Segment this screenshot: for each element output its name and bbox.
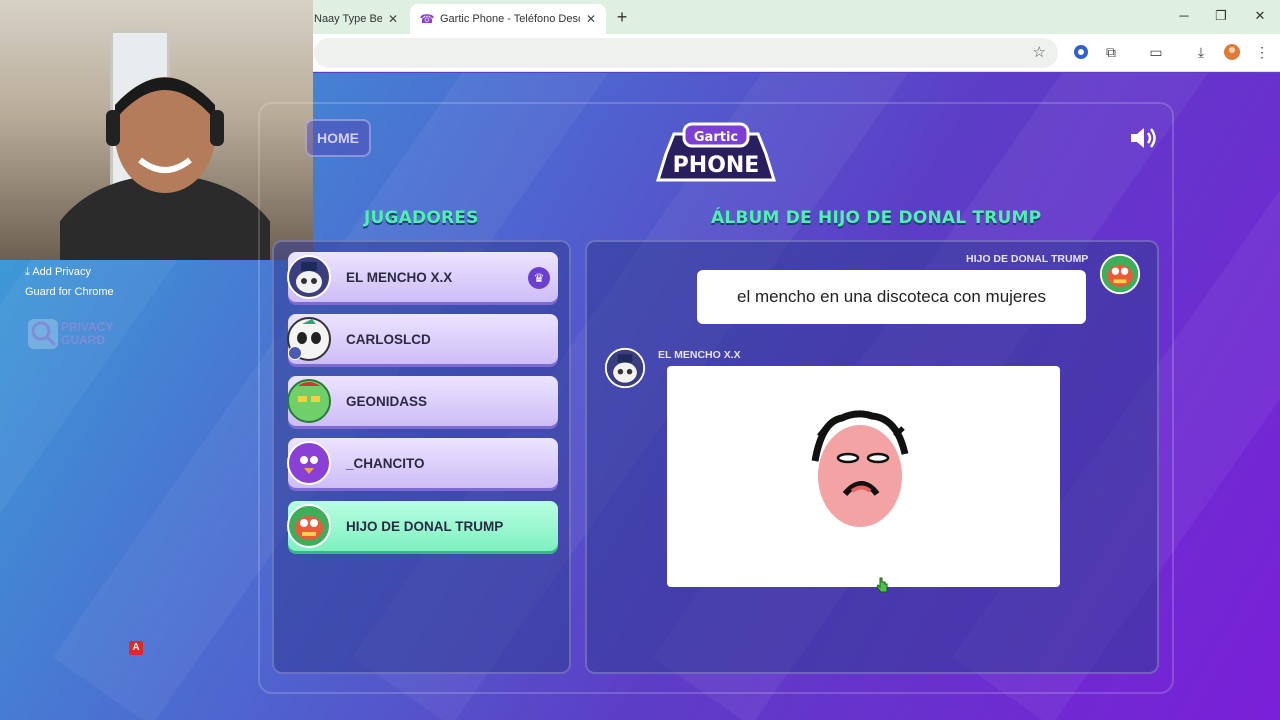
download-icon[interactable]: ⤓ — [1191, 42, 1211, 62]
fish-avatar-icon — [287, 504, 331, 548]
hand-cursor-icon — [876, 577, 888, 593]
gartic-phone-logo: Gartic PHONE — [655, 122, 777, 182]
face-drawing — [811, 410, 909, 527]
user-icon — [288, 346, 302, 360]
new-tab-button[interactable]: + — [612, 6, 632, 28]
bird-avatar-icon — [287, 441, 331, 485]
logo-top-text: Gartic — [694, 130, 738, 145]
privacy-guard-promo[interactable]: ⤓ Add Privacy Guard for Chrome — [25, 262, 114, 302]
player-card[interactable]: GEONIDASS — [287, 376, 558, 426]
download-icon: ⤓ — [25, 266, 30, 278]
fish-avatar-icon — [1099, 253, 1141, 295]
logo-bottom-text: PHONE — [673, 153, 760, 178]
menu-dots-icon[interactable]: ⋮ — [1252, 42, 1272, 62]
restore-icon[interactable]: ❐ — [1211, 8, 1231, 24]
a-badge-icon[interactable]: A — [129, 641, 143, 655]
home-button[interactable]: HOME — [305, 119, 371, 157]
promo-line2: Guard for Chrome — [25, 286, 114, 298]
close-tab-icon[interactable]: ✕ — [388, 12, 398, 26]
player-name: _CHANCITO — [346, 455, 425, 471]
close-window-icon[interactable]: ✕ — [1250, 8, 1270, 24]
profile-avatar-icon[interactable] — [1222, 42, 1242, 62]
skull-avatar-icon — [287, 255, 331, 299]
extensions-puzzle-icon[interactable]: ⧉ — [1101, 42, 1121, 62]
address-bar[interactable]: ☆ — [314, 38, 1058, 68]
player-name: EL MENCHO X.X — [346, 269, 453, 285]
text-message-bubble: el mencho en una discoteca con mujeres — [697, 270, 1086, 324]
player-card[interactable]: EL MENCHO X.X ♛ — [287, 252, 558, 302]
telephone-icon: ☎ — [419, 12, 435, 26]
tab-naay-type-beat[interactable]: Naay Type Beat ✕ — [304, 4, 408, 34]
player-card-active[interactable]: HIJO DE DONAL TRUMP — [287, 501, 558, 551]
skull-avatar-icon — [604, 347, 646, 389]
player-card[interactable]: CARLOSLCD — [287, 314, 558, 364]
tab-title: Naay Type Beat — [314, 13, 382, 25]
speaker-icon[interactable] — [1128, 124, 1160, 152]
bookmark-star-icon[interactable]: ☆ — [1033, 43, 1046, 61]
album-title: ÁLBUM DE HIJO DE DONAL TRUMP — [711, 208, 1042, 228]
player-name: HIJO DE DONAL TRUMP — [346, 518, 504, 534]
crown-icon: ♛ — [528, 267, 550, 289]
cactus-avatar-icon — [287, 379, 331, 423]
promo-line1: Add Privacy — [32, 266, 92, 278]
minimize-icon[interactable]: ─ — [1174, 8, 1194, 23]
player-card[interactable]: _CHANCITO — [287, 438, 558, 488]
extension-circle-icon[interactable] — [1071, 42, 1091, 62]
streamer-image — [60, 77, 270, 260]
drawing-canvas — [667, 366, 1060, 587]
logo-line2: GUARD — [61, 333, 105, 347]
text-author: HIJO DE DONAL TRUMP — [966, 253, 1089, 265]
close-tab-icon[interactable]: ✕ — [586, 12, 596, 26]
magnifier-shield-icon — [28, 319, 58, 349]
cast-icon[interactable]: ▭ — [1146, 42, 1166, 62]
privacy-guard-logo[interactable]: PRIVACY GUARD — [27, 318, 113, 350]
tab-gartic-phone[interactable]: ☎ Gartic Phone - Teléfono Descon ✕ — [410, 4, 606, 34]
player-name: GEONIDASS — [346, 393, 428, 409]
drawing-author: EL MENCHO X.X — [658, 349, 741, 361]
tab-title: Gartic Phone - Teléfono Descon — [440, 13, 580, 25]
player-name: CARLOSLCD — [346, 331, 431, 347]
players-title: JUGADORES — [364, 208, 479, 228]
